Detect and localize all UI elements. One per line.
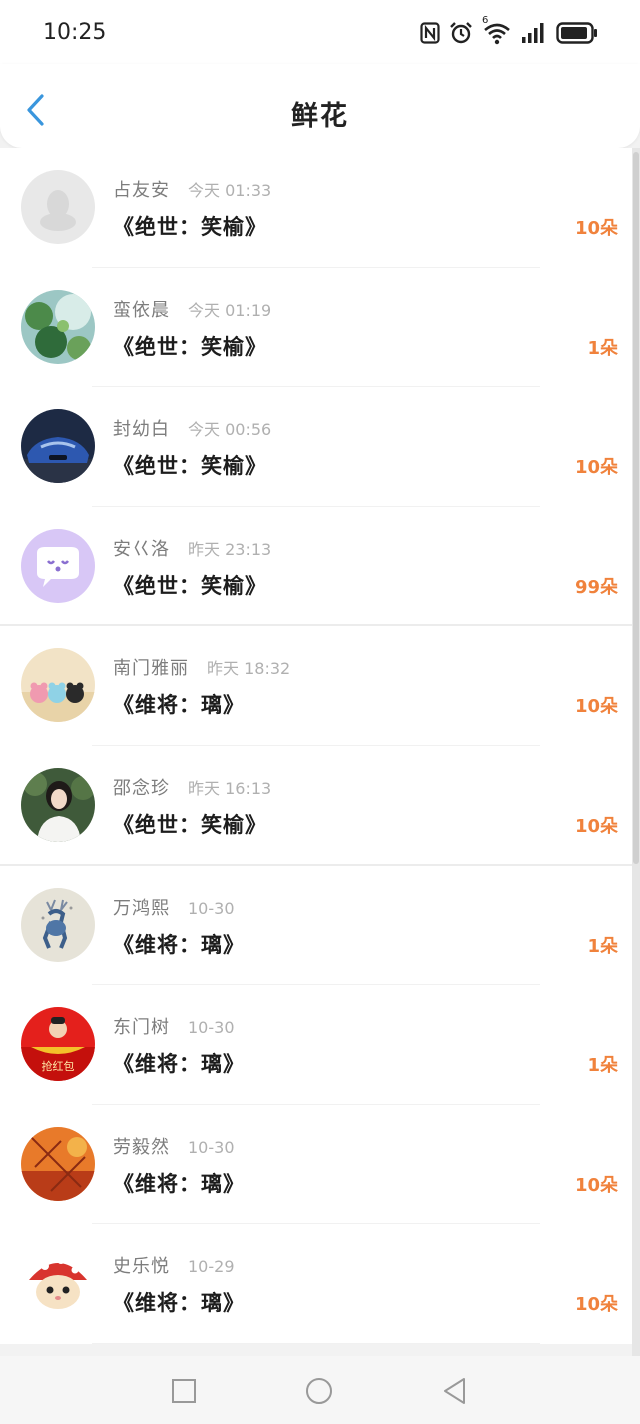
send-time: 昨天 18:32 [207,659,291,679]
list-item[interactable]: 封幼白 今天 00:56 《绝世：笑榆》 10朵 [0,387,632,507]
system-back-button[interactable] [440,1376,470,1406]
book-title: 《绝世：笑榆》 [113,812,267,837]
flower-count: 10朵 [574,1174,618,1196]
book-title: 《维将：璃》 [113,693,245,718]
sender-name: 劳毅然 [113,1136,170,1158]
maple-leaf-avatar [21,1126,95,1201]
chat-bubble-avatar [21,528,95,603]
book-title: 《维将：璃》 [113,1171,245,1196]
send-time: 昨天 23:13 [188,539,272,559]
header-bar: 鲜花 [0,64,640,148]
flower-count: 10朵 [574,815,618,837]
send-time: 10-30 [188,1018,235,1038]
sender-name: 万鸿熙 [113,897,170,919]
nfc-icon [420,22,440,44]
alarm-icon [450,22,472,44]
flower-count: 1朵 [587,935,618,957]
book-title: 《维将：璃》 [113,1291,245,1316]
back-icon [444,1378,465,1404]
sender-name: 南门雅丽 [113,658,189,680]
home-button[interactable] [304,1376,334,1406]
book-title: 《绝世：笑榆》 [113,215,267,239]
sender-name: 封幼白 [113,419,170,441]
status-icons: 6 [420,15,598,48]
list-item[interactable]: 安巜洛 昨天 23:13 《绝世：笑榆》 99朵 [0,506,632,627]
send-time: 今天 01:19 [188,300,272,320]
avatar [21,887,95,962]
sender-name: 蛮依晨 [113,299,170,321]
send-time: 10-30 [188,1137,235,1157]
default-avatar-icon [21,170,95,244]
leaves-photo-avatar [21,289,95,364]
wifi-6-icon [484,23,510,45]
flower-count: 10朵 [574,457,618,479]
book-title: 《绝世：笑榆》 [113,454,267,479]
list-item[interactable]: 占友安 今天 01:33 《绝世：笑榆》 10朵 [0,148,632,268]
recent-apps-button[interactable] [169,1376,199,1406]
avatar [21,648,95,723]
send-time: 昨天 16:13 [188,778,272,798]
list-item[interactable]: 万鸿熙 10-30 《维将：璃》 1朵 [0,865,632,986]
avatar [21,1246,95,1321]
red-packet-label: 抢红包 [42,1059,75,1073]
avatar [21,170,95,244]
deer-illustration-avatar [21,887,95,962]
flower-count: 10朵 [574,1294,618,1316]
book-title: 《绝世：笑榆》 [113,573,267,598]
list-item[interactable]: 抢红包 东门树 10-30 《维将：璃》 1朵 [0,985,632,1105]
sender-name: 邵念珍 [113,777,170,799]
red-packet-avatar: 抢红包 [21,1007,95,1082]
flower-count: 10朵 [574,696,618,718]
list-item[interactable]: 南门雅丽 昨天 18:32 《维将：璃》 10朵 [0,626,632,746]
avatar [21,1126,95,1201]
battery-icon [556,22,597,44]
book-title: 《维将：璃》 [113,932,245,957]
sender-name: 史乐悦 [113,1256,170,1278]
flower-count: 99朵 [574,576,618,598]
list-item[interactable]: 邵念珍 昨天 16:13 《绝世：笑榆》 10朵 [0,745,632,866]
page-title: 鲜花 [291,101,349,132]
mushroom-hamster-avatar [21,1246,95,1321]
send-time: 10-29 [188,1257,235,1277]
flower-count: 10朵 [574,218,618,239]
list-item[interactable]: 史乐悦 10-29 《维将：璃》 10朵 [0,1224,632,1344]
avatar [21,289,95,364]
avatar: 抢红包 [21,1007,95,1082]
flower-count: 1朵 [587,337,618,359]
avatar [21,767,95,842]
sender-name: 安巜洛 [113,538,170,560]
signal-icon [522,23,544,43]
girl-photo-avatar [21,767,95,842]
recent-apps-icon [172,1379,196,1403]
list-item[interactable]: 蛮依晨 今天 01:19 《绝世：笑榆》 1朵 [0,267,632,388]
toys-photo-avatar [21,648,95,723]
sender-name: 东门树 [113,1017,170,1039]
send-time: 今天 00:56 [188,420,272,440]
status-bar: 10:25 6 [0,0,640,64]
system-nav-bar [0,1356,640,1424]
send-time: 今天 01:33 [188,181,272,200]
avatar [21,528,95,603]
list-item[interactable]: 劳毅然 10-30 《维将：璃》 10朵 [0,1104,632,1225]
book-title: 《绝世：笑榆》 [113,334,267,359]
home-icon [306,1378,332,1404]
flower-count: 1朵 [587,1055,618,1077]
car-photo-avatar [21,409,95,484]
flower-gift-list: 占友安 今天 01:33 《绝世：笑榆》 10朵 蛮依晨 今天 01:19 《绝世：… [0,148,632,1356]
sender-name: 占友安 [113,180,170,201]
send-time: 10-30 [188,898,235,918]
book-title: 《维将：璃》 [113,1052,245,1077]
status-time: 10:25 [43,20,107,45]
avatar [21,409,95,484]
scrollbar-thumb[interactable] [633,152,639,864]
